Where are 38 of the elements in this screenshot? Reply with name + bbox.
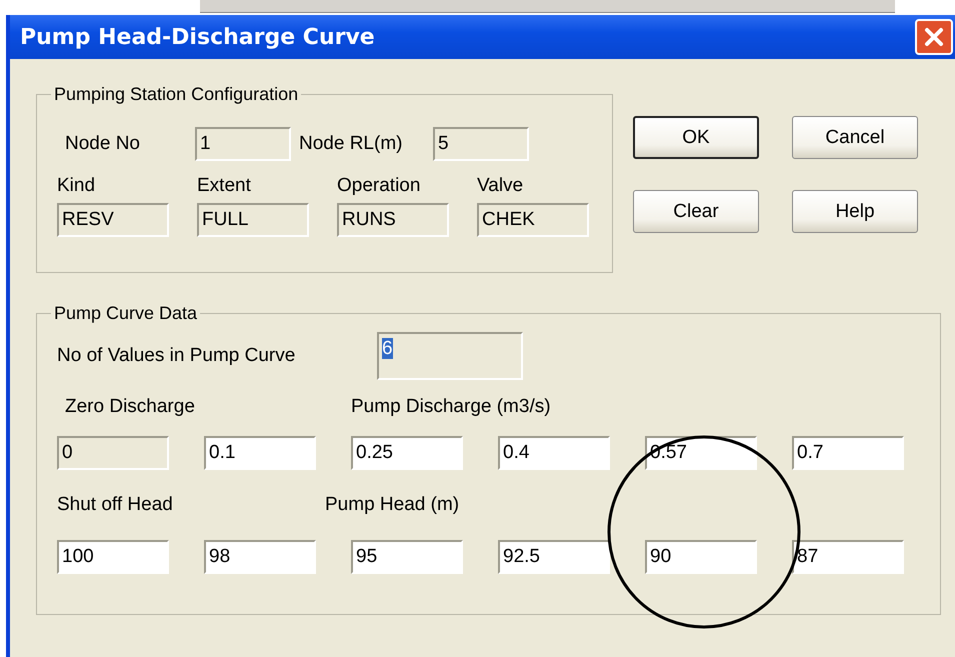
close-button[interactable]: [915, 19, 953, 55]
text-field[interactable]: 0.1: [204, 436, 316, 470]
field-label: Shut off Head: [57, 494, 174, 516]
text-field[interactable]: 0: [57, 436, 169, 470]
text-field[interactable]: 0.7: [792, 436, 904, 470]
window-title: Pump Head-Discharge Curve: [20, 24, 375, 50]
text-field[interactable]: 95: [351, 540, 463, 574]
field-label: Kind: [57, 175, 96, 197]
field-label: Node No: [64, 133, 141, 155]
text-field[interactable]: 100: [57, 540, 169, 574]
group-title: Pumping Station Configuration: [53, 84, 300, 105]
field-label: Pump Discharge (m3/s): [351, 396, 552, 418]
field-label: Valve: [477, 175, 524, 197]
field-label: Zero Discharge: [64, 396, 196, 418]
text-field[interactable]: CHEK: [477, 203, 589, 237]
dialog-button[interactable]: Help: [792, 190, 918, 233]
text-field[interactable]: 5: [433, 127, 529, 161]
field-label: No of Values in Pump Curve: [57, 345, 296, 367]
dialog-button[interactable]: OK: [633, 116, 759, 159]
text-field[interactable]: 0.25: [351, 436, 463, 470]
text-field[interactable]: RESV: [57, 203, 169, 237]
dialog-button[interactable]: Cancel: [792, 116, 918, 159]
text-field[interactable]: 92.5: [498, 540, 610, 574]
field-label: Pump Head (m): [325, 494, 460, 516]
dialog-button[interactable]: Clear: [633, 190, 759, 233]
group-title: Pump Curve Data: [53, 303, 198, 324]
text-field[interactable]: 1: [195, 127, 291, 161]
field-label: Extent: [197, 175, 252, 197]
close-icon: [923, 26, 945, 48]
text-field[interactable]: 6: [377, 332, 523, 380]
text-field[interactable]: 0.4: [498, 436, 610, 470]
field-label: Operation: [337, 175, 422, 197]
text-field[interactable]: 90: [645, 540, 757, 574]
text-field[interactable]: RUNS: [337, 203, 449, 237]
text-field[interactable]: 87: [792, 540, 904, 574]
field-label: Node RL(m): [298, 133, 404, 155]
text-field[interactable]: 98: [204, 540, 316, 574]
text-field[interactable]: FULL: [197, 203, 309, 237]
